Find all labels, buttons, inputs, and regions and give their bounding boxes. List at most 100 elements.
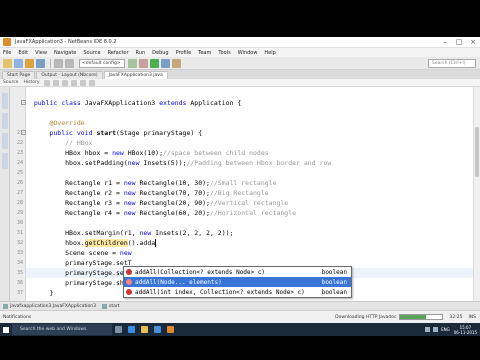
macro-icon[interactable] [89,79,96,86]
source-view-button[interactable]: Source [3,80,18,85]
bookmark-icon[interactable] [71,79,78,86]
menu-source[interactable]: Source [83,50,100,56]
open-project-icon[interactable] [25,58,34,68]
tab-output[interactable]: Output - Layout (Nbcore) [36,71,103,79]
completion-return-type: boolean [321,288,347,296]
line-number-gutter: 21 22 23 24 25 26 27 28 29 30 31 32 33 34 35 36 37− − [10,87,26,301]
menu-window[interactable]: Window [238,50,258,56]
menu-help[interactable]: Help [264,50,275,56]
breadcrumb-method[interactable]: start [109,304,119,309]
menu-debug[interactable]: Debug [152,50,168,56]
code-line[interactable]: Scene scene = new [26,248,473,258]
editor-vertical-scrollbar[interactable] [473,87,480,301]
code-line[interactable]: // HBox [26,138,473,148]
menu-navigate[interactable]: Navigate [54,50,76,56]
config-dropdown[interactable]: <default config> [79,58,125,68]
completion-item[interactable]: addAll(Node... elements) boolean [124,277,351,287]
insert-mode: INS [468,314,476,320]
menu-refactor[interactable]: Refactor [108,50,129,56]
build-icon[interactable] [128,58,137,68]
menu-bar: File Edit View Navigate Source Refactor … [0,48,480,57]
code-line[interactable]: public class JavaFXApplication3 extends … [26,98,473,108]
code-line[interactable]: Rectangle r4 = new Rectangle(60, 20);//H… [26,208,473,218]
new-project-icon[interactable] [3,58,12,68]
maximize-button[interactable]: □ [452,37,466,48]
line-number: 24 [16,160,23,166]
find-icon[interactable] [62,79,69,86]
files-panel-button[interactable] [2,113,8,129]
code-line[interactable]: public void start(Stage primaryStage) { [26,128,473,138]
new-file-icon[interactable] [14,58,23,68]
undo-icon[interactable] [54,58,63,68]
menu-file[interactable]: File [3,50,11,56]
tab-start-page[interactable]: Start Page [2,71,36,79]
history-view-button[interactable]: History [23,80,39,85]
comment-icon[interactable] [80,79,87,86]
forward-icon[interactable] [53,79,60,86]
debug-icon[interactable] [161,58,170,68]
save-all-icon[interactable] [36,58,45,68]
input-language[interactable]: ENG [441,327,450,332]
navigator-panel-button[interactable] [2,153,8,169]
completion-item[interactable]: addAll(int index, Collection<? extends N… [124,287,351,297]
menu-team[interactable]: Team [198,50,211,56]
projects-panel-button[interactable] [2,93,8,109]
search-input[interactable]: Search (Ctrl+I) [428,58,476,68]
line-number: 28 [16,200,23,206]
menu-tools[interactable]: Tools [218,50,230,56]
code-line[interactable]: Rectangle r2 = new Rectangle(70, 70);//B… [26,188,473,198]
volume-icon[interactable] [433,327,439,332]
taskbar-search[interactable]: Search the web and Windows [12,324,112,335]
minimize-button[interactable]: – [438,37,452,48]
menu-run[interactable]: Run [136,50,146,56]
code-line[interactable] [26,108,473,118]
toolbar-separator [50,58,51,68]
redo-icon[interactable] [65,58,74,68]
code-line[interactable]: hbox.getChildren().adda [26,238,473,248]
tab-java-file[interactable]: JavaFXApplication3.java [103,71,168,79]
code-line[interactable]: HBox.setMargin(r1, new Insets(2, 2, 2, 2… [26,228,473,238]
line-number: 29 [16,210,23,216]
menu-profile[interactable]: Profile [176,50,192,56]
line-number: 22 [16,140,23,146]
code-token [155,239,157,247]
network-icon[interactable] [425,327,431,332]
editor-breadcrumb-bar: javafxapplication3.JavaFXApplication3 st… [0,301,480,310]
code-line[interactable] [26,218,473,228]
code-token: new [127,159,140,167]
back-icon[interactable] [44,79,51,86]
menu-view[interactable]: View [35,50,47,56]
completion-return-type: boolean [321,278,347,286]
run-icon[interactable] [150,58,159,68]
breadcrumb-class[interactable]: javafxapplication3.JavaFXApplication3 [10,304,96,309]
task-progress-bar [399,314,444,320]
menu-edit[interactable]: Edit [18,50,28,56]
code-line[interactable]: HBox hbox = new HBox(10);//space between… [26,148,473,158]
close-button[interactable]: × [466,37,480,48]
line-number: 23 [16,150,23,156]
line-number: 31 [16,230,23,236]
notifications-label[interactable]: Notifications [3,315,31,320]
netbeans-taskbar-icon[interactable] [164,323,177,336]
code-line[interactable] [26,168,473,178]
code-line[interactable]: @Override [26,118,473,128]
start-button[interactable] [0,323,12,336]
clean-build-icon[interactable] [139,58,148,68]
completion-signature: addAll(Collection<? extends Node> c) [135,268,266,276]
cursor-position: 32:25 [449,314,463,320]
services-panel-button[interactable] [2,133,8,149]
completion-item[interactable]: addAll(Collection<? extends Node> c) bool… [124,267,351,277]
edge-browser-icon[interactable] [125,323,138,336]
code-line[interactable]: Rectangle r3 = new Rectangle(20, 90);//V… [26,198,473,208]
code-token: new [119,249,132,257]
clock[interactable]: 15:07 06-11-2015 [454,325,477,335]
profile-icon[interactable] [172,58,181,68]
file-explorer-icon[interactable] [138,323,151,336]
scrollbar-thumb[interactable] [475,127,479,177]
code-line[interactable] [26,88,473,98]
code-line[interactable]: Rectangle r1 = new Rectangle(10, 30);//S… [26,178,473,188]
task-view-icon[interactable] [112,323,125,336]
background-task-label: Downloading HTTP Javadoc [335,314,397,320]
code-line[interactable]: hbox.setPadding(new Insets(5));//Padding… [26,158,473,168]
store-icon[interactable] [151,323,164,336]
